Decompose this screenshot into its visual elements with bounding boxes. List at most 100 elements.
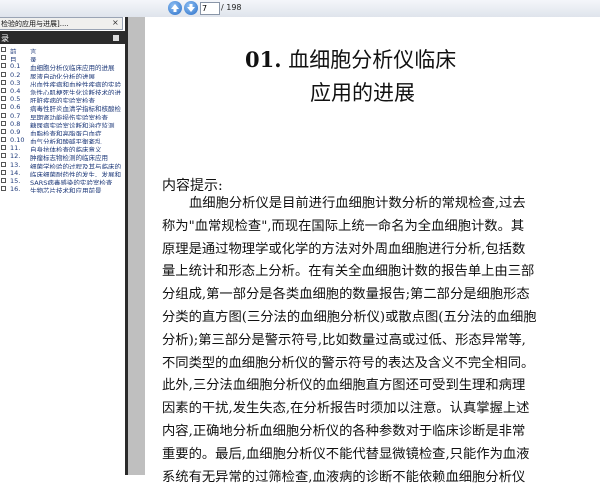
bookmark-page-icon: [1, 47, 6, 52]
bookmark-label: 血气分析和酸碱平衡紊乱: [30, 138, 102, 145]
bookmark-item[interactable]: 目录: [0, 54, 125, 62]
next-page-button[interactable]: [184, 1, 198, 15]
bookmark-number: 0.4: [10, 86, 21, 95]
bookmark-panel: 检验的应用与进展].... × 录 前言目录 0.1 血细胞分析仪临床应用的进展 0.…: [0, 17, 125, 475]
bookmark-page-icon: [1, 55, 6, 61]
arrow-up-icon: [171, 4, 179, 12]
bookmark-page-icon: [1, 186, 6, 192]
panel-splitter[interactable]: [125, 17, 145, 475]
bookmark-panel-header: 录: [0, 31, 125, 44]
bookmark-panel-title: 录: [1, 34, 9, 43]
paragraph-line: 内容,正确地分析血细胞分析仪的各种参数对于临床诊断是非常: [162, 423, 526, 439]
document-tab[interactable]: 检验的应用与进展].... ×: [0, 17, 123, 30]
bookmark-page-icon: [1, 112, 6, 118]
bookmark-item[interactable]: 0.6 病毒性肝炎血清学指标和核酸检: [0, 103, 125, 112]
bookmark-label: 血脂检查和高脂蛋白血症: [30, 129, 102, 137]
bookmark-page-icon: [1, 145, 6, 151]
bookmark-number: 0.10: [10, 136, 25, 145]
bookmark-list: 前言目录 0.1 血细胞分析仪临床应用的进展 0.2 尿液自动化分析的进展 0.3 出血性疾…: [0, 46, 125, 193]
bookmark-item[interactable]: 15. SARS病毒感染的实验室检查: [0, 177, 125, 185]
bookmark-page-icon: [1, 79, 6, 85]
bookmark-label: 肝脏疾病的实验室检查: [30, 97, 95, 104]
bookmark-label: 血细胞分析仪临床应用的进展: [30, 64, 115, 71]
paragraph-line: 分类的直方图(三分法的血细胞分析仪)或散点图(五分法的血细胞: [162, 309, 537, 325]
bookmark-label: SARS病毒感染的实验室检查: [30, 179, 113, 186]
bookmark-item[interactable]: 11. 自身抗体检查的临床意义: [0, 144, 125, 152]
panel-close-icon[interactable]: [113, 35, 119, 41]
bookmark-number: 0.6: [10, 103, 21, 112]
bookmark-number: 16.: [10, 185, 21, 194]
bookmark-item[interactable]: 0.5 肝脏疾病的实验室检查: [0, 95, 125, 103]
bookmark-number: 14.: [10, 168, 21, 177]
bookmark-label: 急性心肌梗死生化诊断技术的进: [30, 88, 121, 96]
close-icon[interactable]: ×: [112, 18, 119, 27]
bookmark-number: 0.2: [10, 70, 21, 79]
bookmark-label: 出血性疾病和血栓性疾病的实验: [30, 80, 121, 87]
bookmark-item[interactable]: 0.7 早期肾功能损伤实验室检查: [0, 112, 125, 120]
bookmark-item[interactable]: 13. 细菌学检验的过程及其与临床的: [0, 161, 125, 169]
chapter-title-text: 血细胞分析仪临床: [288, 48, 457, 72]
bookmark-item[interactable]: 14. 临床细菌耐药性的发生、发展和: [0, 169, 125, 177]
bookmark-label: 言: [30, 48, 37, 55]
bookmark-number: 0.7: [10, 111, 21, 120]
bookmark-number: 12.: [10, 152, 21, 161]
bookmark-item[interactable]: 0.9 血脂检查和高脂蛋白血症: [0, 128, 125, 136]
bookmark-item[interactable]: 0.2 尿液自动化分析的进展: [0, 71, 125, 79]
paragraph-line: 分组成,第一部分是各类血细胞的数量报告;第二部分是细胞形态: [162, 287, 530, 303]
paragraph-line: 原理是通过物理学或化学的方法对外周血细胞进行分析,包括数: [162, 241, 526, 257]
bookmark-item[interactable]: 0.10 血气分析和酸碱平衡紊乱: [0, 136, 125, 144]
bookmark-number: 15.: [10, 177, 21, 185]
bookmark-number: 0.8: [10, 119, 21, 128]
paragraph-line: 称为"血常规检查",而现在国际上统一命名为全血细胞计数。其: [162, 218, 525, 234]
paragraph-line: 不同类型的血细胞分析仪的警示符号的表达及含义不完全相同。: [162, 355, 535, 371]
page-total: / 198: [221, 3, 242, 12]
document-tab-label: 检验的应用与进展]....: [1, 20, 69, 28]
document-page: 01. 血细胞分析仪临床 应用的进展 内容提示: 血细胞分析仪是目前进行血细胞计…: [145, 17, 600, 485]
bookmark-number: 目: [10, 56, 17, 63]
bookmark-number: 13.: [10, 160, 21, 169]
chapter-title-line1: 01. 血细胞分析仪临床: [245, 44, 456, 74]
bookmark-label: 临床细菌耐药性的发生、发展和: [30, 170, 121, 177]
bookmark-item[interactable]: 前言: [0, 46, 125, 54]
bookmark-page-icon: [1, 153, 6, 159]
bookmark-page-icon: [1, 178, 6, 183]
paragraph-line: 分析);第三部分是警示符号,比如数量过高或过低、形态异常等,: [162, 332, 526, 348]
bookmark-page-icon: [1, 71, 6, 77]
bookmark-item[interactable]: 0.4 急性心肌梗死生化诊断技术的进: [0, 87, 125, 95]
paragraph-line: 因素的干扰,发生失态,在分析报告时须加以注意。认真掌握上述: [162, 401, 530, 417]
page-number-input[interactable]: 7: [200, 2, 220, 15]
bookmark-item[interactable]: 0.8 糖尿病实验室诊断和治疗监测: [0, 120, 125, 128]
bookmark-number: 0.5: [10, 95, 21, 104]
bookmark-number: 0.3: [10, 78, 21, 87]
bookmark-page-icon: [1, 96, 6, 102]
bookmark-page-icon: [1, 137, 6, 143]
bookmark-number: 前: [10, 48, 17, 55]
previous-page-button[interactable]: [168, 1, 182, 15]
bookmark-label: 录: [30, 56, 37, 63]
bookmark-page-icon: [1, 87, 6, 93]
toolbar: 7 / 198: [0, 0, 600, 18]
chapter-number: 01.: [245, 47, 282, 72]
bookmark-page-icon: [1, 169, 6, 175]
bookmark-label: 细菌学检验的过程及其与临床的: [30, 162, 121, 169]
chapter-title-line2: 应用的进展: [310, 81, 415, 105]
paragraph-line: 血细胞分析仪是目前进行血细胞计数分析的常规检查,过去: [189, 196, 526, 211]
bookmark-label: 尿液自动化分析的进展: [30, 72, 95, 79]
bookmark-label: 肿瘤标志物检测的临床应用: [30, 154, 108, 161]
bookmark-page-icon: [1, 63, 6, 69]
bookmark-label: 糖尿病实验室诊断和治疗监测: [30, 121, 115, 128]
bookmark-page-icon: [1, 161, 6, 167]
summary-body: 血细胞分析仪是目前进行血细胞计数分析的常规检查,过去称为"血常规检查",而现在国…: [162, 193, 592, 489]
bookmark-item[interactable]: 16. 生物芯片技术和应用前景: [0, 185, 125, 193]
summary-label: 内容提示:: [162, 178, 223, 194]
bookmark-number: 0.9: [10, 127, 21, 136]
bookmark-label: 自身抗体检查的临床意义: [30, 146, 102, 153]
bookmark-page-icon: [1, 104, 6, 110]
bookmark-item[interactable]: 12. 肿瘤标志物检测的临床应用: [0, 152, 125, 161]
bookmark-label: 病毒性肝炎血清学指标和核酸检: [30, 105, 121, 112]
bookmark-number: 11.: [10, 144, 21, 153]
bookmark-item[interactable]: 0.3 出血性疾病和血栓性疾病的实验: [0, 79, 125, 87]
paragraph-line: 量上统计和形态上分析。在有关全血细胞计数的报告单上由三部: [162, 264, 535, 280]
bookmark-item[interactable]: 0.1 血细胞分析仪临床应用的进展: [0, 62, 125, 71]
bookmark-page-icon: [1, 120, 6, 126]
